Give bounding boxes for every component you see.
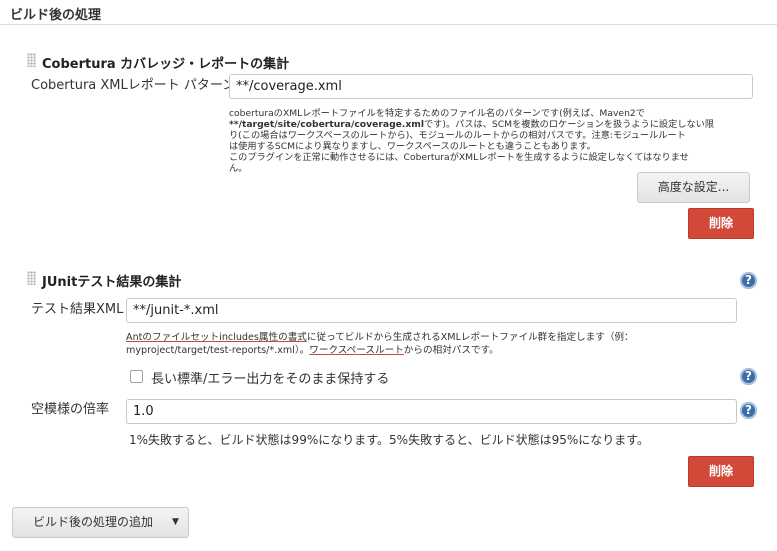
add-postbuild-action-label: ビルド後の処理の追加 <box>33 515 154 529</box>
junit-delete-button[interactable]: 削除 <box>688 456 754 487</box>
help-icon[interactable]: ? <box>740 272 757 289</box>
junit-xml-input[interactable] <box>126 298 737 323</box>
cobertura-help-text: coberturaのXMLレポートファイルを特定するためのファイル名のパターンで… <box>229 108 715 174</box>
cobertura-pattern-input[interactable] <box>229 74 753 99</box>
junit-block-title: JUnitテスト結果の集計 <box>42 275 182 290</box>
keep-output-label: 長い標準/エラー出力をそのまま保持する <box>151 372 390 387</box>
advanced-settings-button[interactable]: 高度な設定... <box>637 172 750 203</box>
dropdown-arrow-icon: ▼ <box>172 517 179 527</box>
drag-handle-icon[interactable] <box>27 271 36 285</box>
help-icon[interactable]: ? <box>740 402 757 419</box>
health-scale-info: 1%失敗すると、ビルド状態は99%になります。5%失敗すると、ビルド状態は95%… <box>129 433 650 447</box>
health-scale-label: 空模様の倍率 <box>31 402 110 417</box>
help-icon[interactable]: ? <box>740 368 757 385</box>
junit-xml-label: テスト結果XML <box>31 302 124 317</box>
keep-output-checkbox[interactable] <box>130 370 143 383</box>
junit-help-text: Antのファイルセットincludes属性の書式に従ってビルドから生成されるXM… <box>126 332 634 356</box>
cobertura-pattern-label: Cobertura XMLレポート パターン <box>31 78 236 93</box>
cobertura-delete-button[interactable]: 削除 <box>688 208 754 239</box>
add-postbuild-action-button[interactable]: ビルド後の処理の追加 ▼ <box>12 507 189 538</box>
health-scale-input[interactable] <box>126 399 737 424</box>
workspace-root-link[interactable]: ワークスペースルート <box>309 345 404 356</box>
section-header: ビルド後の処理 <box>0 0 777 25</box>
section-title: ビルド後の処理 <box>10 8 102 23</box>
cobertura-block-title: Cobertura カバレッジ・レポートの集計 <box>42 57 290 72</box>
fileset-doc-link[interactable]: Antのファイルセットincludes属性の書式 <box>126 332 307 343</box>
drag-handle-icon[interactable] <box>27 53 36 67</box>
